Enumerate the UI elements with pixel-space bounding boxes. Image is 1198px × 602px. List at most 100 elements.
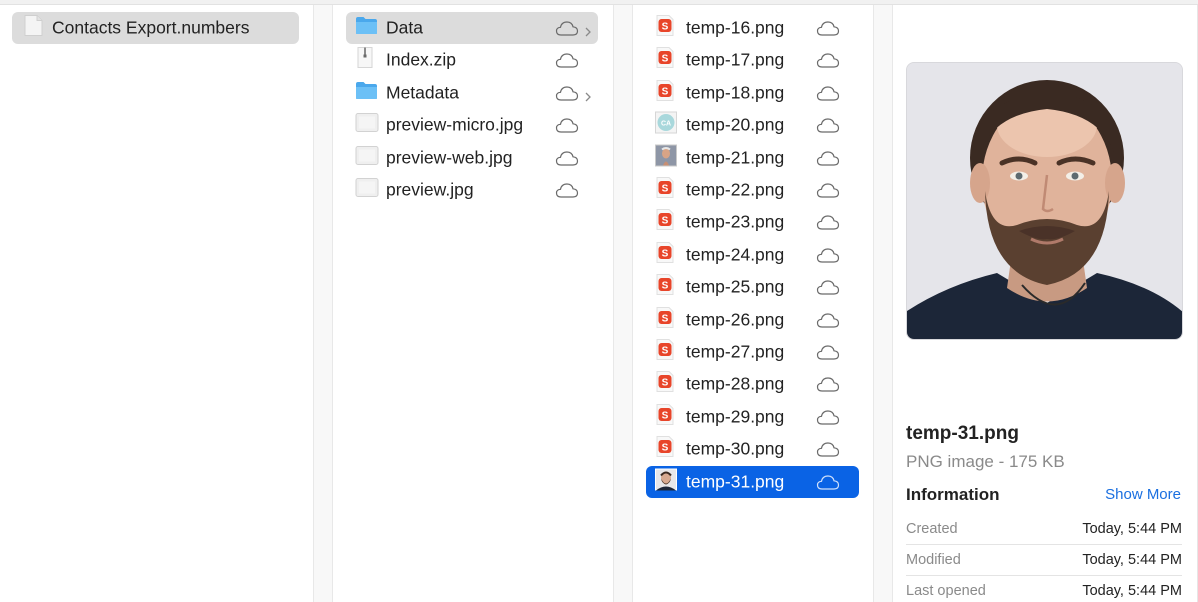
s-badge-icon: S [655,209,675,236]
svg-text:S: S [662,248,669,259]
file-name: temp-27.png [686,341,785,362]
icloud-status-icon[interactable] [816,344,840,360]
preview-image [906,62,1183,340]
s-badge-icon: S [655,47,675,74]
column-resize-handle-2[interactable] [613,5,633,602]
column-resize-handle-1[interactable] [313,5,333,602]
preview-pane: temp-31.png PNG image - 175 KB Informati… [893,5,1198,602]
file-name: temp-28.png [686,373,785,394]
file-name: temp-22.png [686,179,785,200]
column-2: Data Index.zip Metadata preview-micro.jpg pr… [333,5,612,602]
information-heading: Information [906,485,1000,504]
folder-icon [355,16,378,40]
preview-file-name: temp-31.png [906,423,1019,444]
file-name: temp-16.png [686,17,785,38]
list-item[interactable]: temp-31.png [646,465,859,498]
file-name: temp-25.png [686,276,785,297]
svg-text:S: S [662,346,669,357]
image-file-icon [355,113,379,138]
preview-kind-size: PNG image - 175 KB [906,452,1065,471]
image-file-icon [355,145,379,170]
column-resize-handle-3[interactable] [873,5,893,602]
list-item[interactable]: Stemp-29.png [646,401,859,433]
svg-text:S: S [662,216,669,227]
icloud-status-icon[interactable] [555,85,579,101]
list-item[interactable]: Stemp-22.png [646,174,859,206]
folder-icon [355,81,378,105]
file-name: preview-web.jpg [386,147,513,168]
file-name: temp-18.png [686,82,785,103]
list-item[interactable]: Contacts Export.numbers [12,12,299,44]
icloud-status-icon[interactable] [816,312,840,328]
list-item[interactable]: Stemp-28.png [646,368,859,400]
list-item[interactable]: Stemp-24.png [646,239,859,271]
s-badge-icon: S [655,436,675,463]
list-item[interactable]: Metadata [346,77,598,109]
list-item[interactable]: Stemp-26.png [646,304,859,336]
man-photo-thumbnail-icon [655,468,677,495]
list-item[interactable]: Stemp-30.png [646,433,859,465]
file-name: preview-micro.jpg [386,114,524,135]
list-item[interactable]: Stemp-27.png [646,336,859,368]
chevron-right-icon [584,22,592,37]
s-badge-icon: S [655,403,675,430]
icloud-status-icon[interactable] [816,247,840,263]
s-badge-icon: S [655,79,675,106]
icloud-status-icon[interactable] [555,117,579,133]
icloud-status-icon[interactable] [555,20,579,36]
list-item[interactable]: Data [346,12,598,44]
image-file-icon [355,178,379,203]
list-item[interactable]: Stemp-23.png [646,206,859,238]
file-name: temp-20.png [686,114,785,135]
list-item[interactable]: Stemp-18.png [646,77,859,109]
list-item[interactable]: temp-21.png [646,142,859,174]
info-row-last-opened: Last opened Today, 5:44 PM [906,576,1182,602]
icloud-status-icon[interactable] [816,474,840,490]
chevron-right-icon [584,87,592,102]
icloud-status-icon[interactable] [816,117,840,133]
icloud-status-icon[interactable] [816,182,840,198]
s-badge-icon: S [655,177,675,204]
list-item[interactable]: Stemp-17.png [646,44,859,76]
icloud-status-icon[interactable] [816,85,840,101]
icloud-status-icon[interactable] [816,441,840,457]
svg-text:S: S [662,86,669,97]
icloud-status-icon[interactable] [816,52,840,68]
zip-icon [355,47,375,74]
list-item[interactable]: preview-micro.jpg [346,109,598,141]
document-icon [22,15,44,42]
icloud-status-icon[interactable] [555,52,579,68]
info-value: Today, 5:44 PM [1082,583,1182,599]
icloud-status-icon[interactable] [816,214,840,230]
svg-text:S: S [662,313,669,324]
info-row-modified: Modified Today, 5:44 PM [906,545,1182,576]
svg-text:S: S [662,378,669,389]
icloud-status-icon[interactable] [555,150,579,166]
list-item[interactable]: Index.zip [346,44,598,76]
s-badge-icon: S [655,241,675,268]
list-item[interactable]: preview.jpg [346,174,598,206]
icloud-status-icon[interactable] [816,409,840,425]
ca-avatar-icon: CA [655,111,677,139]
list-item[interactable]: Stemp-16.png [646,12,859,44]
list-item[interactable]: Stemp-25.png [646,271,859,303]
icloud-status-icon[interactable] [816,279,840,295]
file-name: temp-30.png [686,438,785,459]
column-1: Contacts Export.numbers [0,5,313,602]
icloud-status-icon[interactable] [555,182,579,198]
s-badge-icon: S [655,371,675,398]
file-name: temp-29.png [686,406,785,427]
icloud-status-icon[interactable] [816,20,840,36]
file-name: temp-21.png [686,147,785,168]
svg-text:S: S [662,184,669,195]
icloud-status-icon[interactable] [816,150,840,166]
svg-text:S: S [662,443,669,454]
list-item[interactable]: CA temp-20.png [646,109,859,141]
file-name: temp-26.png [686,309,785,330]
show-more-link[interactable]: Show More [1105,486,1181,503]
list-item[interactable]: preview-web.jpg [346,142,598,174]
portrait-thumbnail-icon [655,144,677,171]
info-label: Created [906,521,958,537]
icloud-status-icon[interactable] [816,376,840,392]
info-value: Today, 5:44 PM [1082,521,1182,537]
